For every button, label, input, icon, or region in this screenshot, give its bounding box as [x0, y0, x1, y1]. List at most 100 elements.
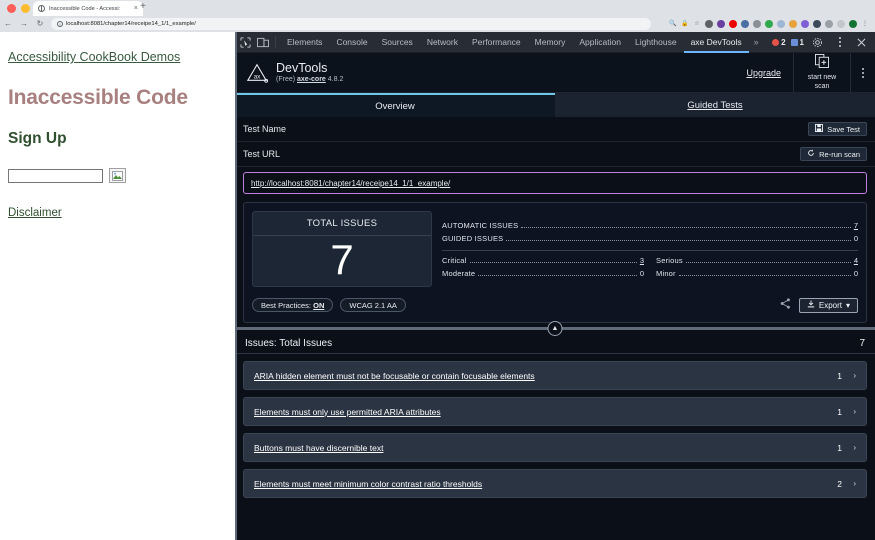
issue-row[interactable]: Buttons must have discernible text 1 ›: [243, 433, 867, 462]
tab-lighthouse[interactable]: Lighthouse: [628, 32, 684, 53]
tab-network[interactable]: Network: [420, 32, 465, 53]
star-icon[interactable]: ☆: [693, 20, 701, 28]
extension-icon-12[interactable]: [837, 19, 845, 28]
extension-icon-8[interactable]: [789, 19, 797, 28]
gear-icon[interactable]: [809, 34, 826, 51]
test-url-value[interactable]: http://localhost:8081/chapter14/receipe1…: [251, 179, 450, 188]
leader-dots: [469, 261, 637, 263]
axe-tabs: Overview Guided Tests: [235, 93, 875, 117]
extension-icon-11[interactable]: [825, 19, 833, 28]
inspect-element-icon[interactable]: [237, 34, 254, 51]
close-icon[interactable]: ×: [134, 5, 138, 12]
browser-tab-title: Inaccessible Code - Accessi:: [49, 5, 121, 12]
browser-tab[interactable]: Inaccessible Code - Accessi: ×: [33, 1, 143, 16]
share-icon[interactable]: [780, 296, 791, 314]
tab-guided-tests-label: Guided Tests: [687, 99, 743, 111]
start-new-scan-button[interactable]: start new scan: [794, 53, 850, 93]
extension-icon-1[interactable]: [705, 19, 713, 28]
tab-overview[interactable]: Overview: [235, 93, 555, 117]
close-icon[interactable]: [853, 34, 870, 51]
export-button[interactable]: Export ▾: [798, 297, 858, 313]
sign-up-form: [8, 168, 227, 183]
best-practices-label: Best Practices:: [261, 300, 312, 310]
extension-icon-3[interactable]: [729, 19, 737, 28]
chevron-up-icon[interactable]: ▲: [547, 321, 563, 336]
minimize-window-button[interactable]: [21, 4, 30, 13]
best-practices-state: ON: [313, 300, 325, 310]
test-url-field[interactable]: http://localhost:8081/chapter14/receipe1…: [243, 172, 867, 194]
issues-list-count: 7: [859, 338, 865, 349]
kebab-menu-icon[interactable]: [831, 34, 848, 51]
automatic-issues-value[interactable]: 7: [854, 221, 858, 230]
device-toolbar-icon[interactable]: [254, 34, 271, 51]
issue-row[interactable]: Elements must only use permitted ARIA at…: [243, 397, 867, 426]
save-test-button[interactable]: Save Test: [808, 122, 867, 136]
devtools-resize-handle[interactable]: [235, 32, 237, 540]
chevron-right-icon[interactable]: ›: [842, 371, 856, 380]
summary-chips-row: Best Practices: ON WCAG 2.1 AA Export ▾: [252, 296, 858, 314]
issues-list-title: Issues: Total Issues: [245, 338, 333, 349]
back-button[interactable]: ←: [0, 19, 16, 28]
refresh-icon: [807, 149, 815, 159]
guided-issues-row: GUIDED ISSUES 0: [442, 232, 858, 245]
extension-icon-10[interactable]: [813, 19, 821, 28]
tab-memory[interactable]: Memory: [528, 32, 573, 53]
extension-icon-7[interactable]: [777, 19, 785, 28]
sign-up-input[interactable]: [8, 168, 103, 183]
summary-actions: Export ▾: [780, 296, 858, 314]
tab-guided-tests[interactable]: Guided Tests: [555, 93, 875, 117]
divider: [442, 249, 858, 251]
search-icon[interactable]: 🔍: [669, 20, 677, 28]
start-new-scan-label-1: start new: [807, 74, 837, 81]
new-tab-button[interactable]: +: [140, 2, 146, 12]
axe-product-title: DevTools: [276, 60, 328, 75]
wcag-standard-chip[interactable]: WCAG 2.1 AA: [340, 298, 406, 312]
moderate-value: 0: [639, 268, 644, 278]
tab-performance[interactable]: Performance: [465, 32, 528, 53]
serious-value[interactable]: 4: [854, 256, 858, 265]
more-tabs-icon[interactable]: »: [749, 37, 764, 47]
upgrade-link[interactable]: Upgrade: [746, 68, 793, 78]
reload-button[interactable]: ↻: [32, 19, 48, 28]
extension-icon-9[interactable]: [801, 19, 809, 28]
axe-logo: ax: [245, 62, 269, 84]
accessibility-cookbook-demos-link[interactable]: Accessibility CookBook Demos: [8, 50, 180, 64]
chevron-right-icon[interactable]: ›: [842, 479, 856, 488]
lock-icon[interactable]: 🔒: [681, 20, 689, 28]
chevron-down-icon: ▾: [845, 300, 850, 310]
issues-list-header: Issues: Total Issues 7: [235, 333, 875, 354]
extension-icon-2[interactable]: [717, 19, 725, 28]
severity-row-2: Moderate 0 Minor 0: [442, 267, 858, 280]
extension-icon-6[interactable]: [765, 19, 773, 28]
tab-axe-devtools[interactable]: axe DevTools: [683, 32, 749, 53]
critical-value[interactable]: 3: [640, 256, 644, 265]
automatic-issues-row: AUTOMATIC ISSUES 7: [442, 219, 858, 232]
browser-menu-icon[interactable]: ⋮: [861, 20, 869, 28]
site-info-icon[interactable]: i: [57, 20, 63, 27]
profile-avatar[interactable]: [849, 19, 857, 28]
chevron-right-icon[interactable]: ›: [842, 443, 856, 452]
critical-label: Critical: [442, 255, 467, 265]
broken-image-icon[interactable]: [109, 168, 126, 183]
axe-core-link[interactable]: axe-core: [297, 76, 326, 83]
new-scan-icon: [815, 54, 829, 73]
address-bar[interactable]: i localhost:8081/chapter14/receipe14_1/1…: [51, 17, 651, 30]
close-window-button[interactable]: [7, 4, 16, 13]
extension-icon-5[interactable]: [753, 19, 761, 28]
test-url-row: Test URL Re-run scan: [235, 142, 875, 167]
forward-button[interactable]: →: [16, 19, 32, 28]
tab-application[interactable]: Application: [572, 32, 628, 53]
tab-elements[interactable]: Elements: [280, 32, 329, 53]
issue-row[interactable]: ARIA hidden element must not be focusabl…: [243, 361, 867, 390]
rerun-scan-button[interactable]: Re-run scan: [800, 147, 867, 161]
extension-icon-4[interactable]: [741, 19, 749, 28]
chevron-right-icon[interactable]: ›: [842, 407, 856, 416]
tab-sources[interactable]: Sources: [375, 32, 420, 53]
best-practices-chip[interactable]: Best Practices: ON: [252, 298, 334, 312]
tab-console[interactable]: Console: [329, 32, 374, 53]
error-count-badge[interactable]: 2: [772, 38, 786, 47]
disclaimer-link[interactable]: Disclaimer: [8, 207, 62, 219]
issue-row[interactable]: Elements must meet minimum color contras…: [243, 469, 867, 498]
axe-kebab-menu-icon[interactable]: [851, 53, 875, 93]
info-count-badge[interactable]: 1: [790, 38, 804, 47]
